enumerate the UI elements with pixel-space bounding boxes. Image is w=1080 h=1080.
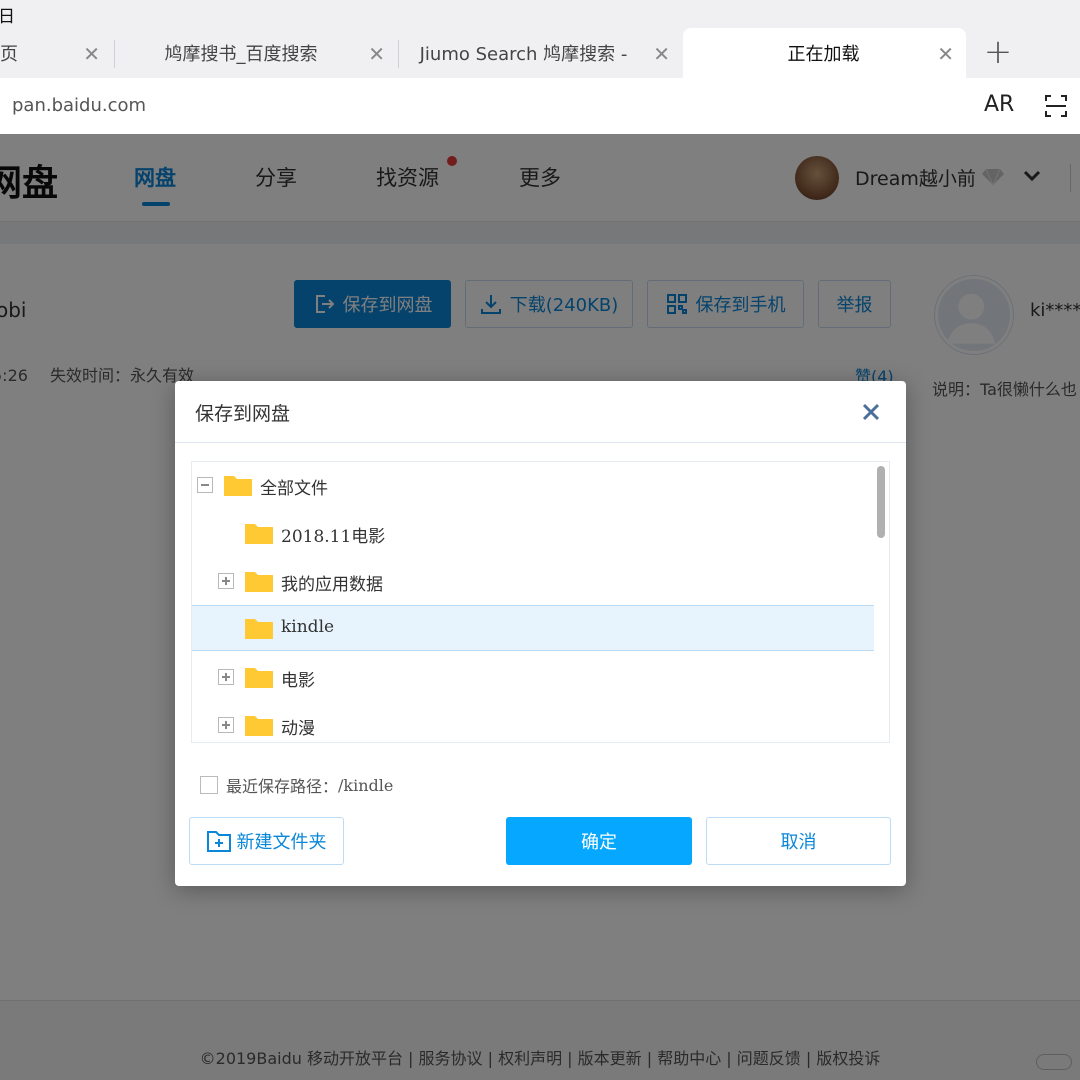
folder-tree: 全部文件 2018.11电影 我的应用数据 kindle 电影 动漫 [191,461,890,743]
folder-icon [245,524,273,544]
collapse-toggle-icon[interactable] [197,477,213,493]
tab-2-title: 鸠摩搜书_百度搜索 [164,44,318,65]
tree-row[interactable]: 动漫 [192,702,874,742]
tree-label: 我的应用数据 [281,575,383,595]
folder-icon [224,476,252,496]
tab-4-close-icon[interactable]: ✕ [937,42,954,66]
recent-path-value: /kindle [338,775,394,795]
status-fragment: 日 [0,7,15,27]
tab-3[interactable]: Jiumo Search 鸠摩搜索 - ✕ [399,28,682,78]
expand-toggle-icon[interactable] [218,717,234,733]
tree-label: 2018.11电影 [281,527,386,547]
tree-row[interactable]: 我的应用数据 [192,558,874,604]
tab-1[interactable]: 页 ✕ [0,28,112,78]
tree-label: kindle [281,617,335,637]
expand-toggle-icon[interactable] [218,669,234,685]
recent-path-label: 最近保存路径： [226,777,339,796]
tree-label: 电影 [281,671,315,691]
tab-4-title: 正在加载 [787,44,860,65]
tab-3-close-icon[interactable]: ✕ [653,42,670,66]
new-tab-plus-icon[interactable]: + [980,34,1016,70]
scan-icon[interactable] [1044,94,1068,118]
tab-2[interactable]: 鸠摩搜书_百度搜索 ✕ [115,28,397,78]
expand-toggle-icon[interactable] [218,573,234,589]
tree-label: 动漫 [281,719,315,739]
address-bar[interactable]: pan.baidu.com AR [0,78,1080,134]
ar-button[interactable]: AR [984,92,1014,117]
tab-1-close-icon[interactable]: ✕ [83,42,100,66]
new-folder-label: 新建文件夹 [236,832,327,853]
new-folder-icon [206,831,231,852]
new-folder-button[interactable]: 新建文件夹 [189,817,344,865]
tab-3-title: Jiumo Search 鸠摩搜索 - [419,44,628,65]
status-strip: 日 [0,0,1080,28]
tab-bar: 页 ✕ 鸠摩搜书_百度搜索 ✕ Jiumo Search 鸠摩搜索 - ✕ 正在… [0,28,1080,78]
dialog-header: 保存到网盘 [175,381,906,443]
tab-4-active[interactable]: 正在加载 ✕ [683,28,966,78]
save-to-pan-dialog: 保存到网盘 全部文件 2018.11电影 我的应用数据 kindle 电影 动漫… [175,381,906,886]
folder-icon [245,619,273,639]
tree-row[interactable]: 2018.11电影 [192,510,874,556]
tree-row-selected[interactable]: kindle [192,605,874,651]
tree-scrollbar[interactable] [877,466,885,538]
recent-path-option[interactable]: 最近保存路径： /kindle [200,773,393,797]
tree-row-all-files[interactable]: 全部文件 [192,462,874,508]
close-icon[interactable] [861,402,881,422]
dialog-title: 保存到网盘 [195,403,291,425]
tab-1-title: 页 [0,44,18,65]
tree-row[interactable]: 电影 [192,654,874,700]
url-text[interactable]: pan.baidu.com [12,95,146,116]
folder-icon [245,572,273,592]
confirm-button[interactable]: 确定 [506,817,692,865]
cancel-button[interactable]: 取消 [706,817,891,865]
tree-label: 全部文件 [260,479,328,499]
folder-icon [245,716,273,736]
recent-path-checkbox[interactable] [200,776,218,794]
tab-2-close-icon[interactable]: ✕ [368,42,385,66]
folder-icon [245,668,273,688]
